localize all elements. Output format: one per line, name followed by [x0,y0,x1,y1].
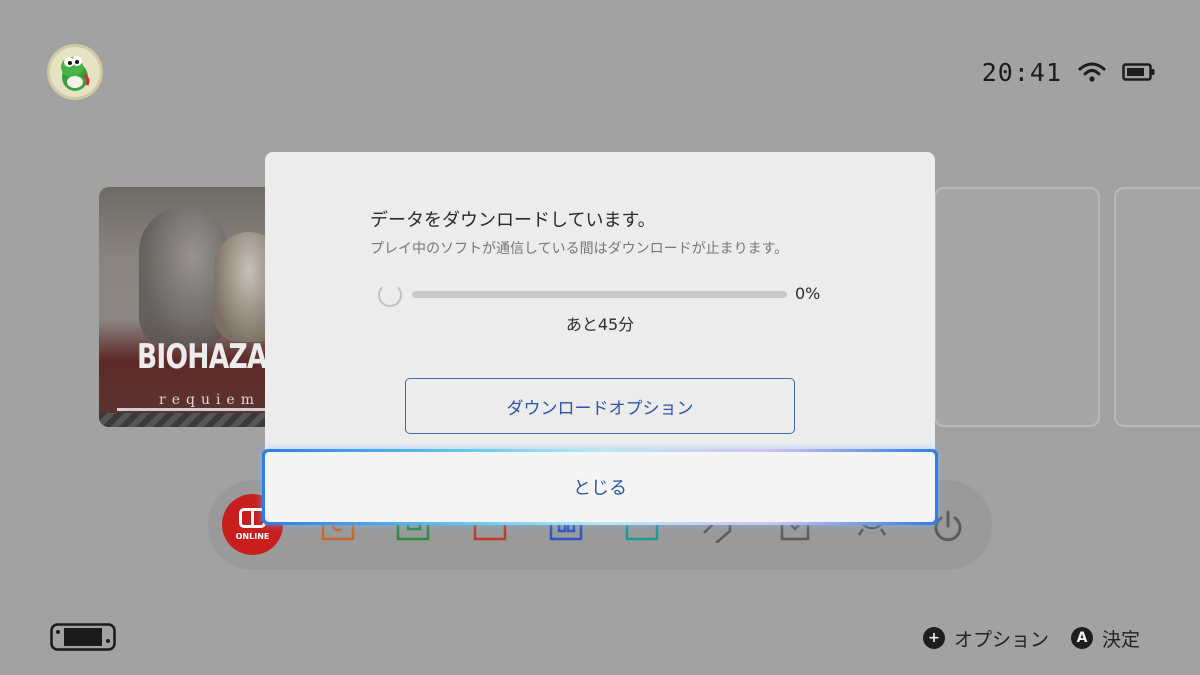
online-label: ONLINE [235,532,270,541]
empty-game-tile[interactable] [934,187,1100,427]
battery-icon [1122,63,1155,81]
a-button-icon: A [1070,627,1093,649]
download-options-button[interactable]: ダウンロードオプション [405,378,795,434]
dialog-subtitle: プレイ中のソフトが通信している間はダウンロードが止まります。 [370,241,789,257]
plus-button-icon: + [922,627,945,649]
empty-game-tile[interactable] [1114,187,1200,427]
status-bar: 20:41 [982,56,1156,88]
game-logo-subtitle: requiem [159,392,260,408]
close-button-label: とじる [265,452,935,522]
yoshi-avatar-icon [61,56,90,91]
button-hints: + オプション A 決定 [922,624,1140,652]
download-dialog: データをダウンロードしています。 プレイ中のソフトが通信している間はダウンロード… [265,152,935,452]
close-button[interactable]: とじる [262,449,938,525]
download-progress-bar [412,291,787,298]
dialog-title: データをダウンロードしています。 [370,210,656,231]
confirm-hint[interactable]: A 決定 [1070,625,1140,652]
clock: 20:41 [981,57,1062,87]
loading-spinner-icon [378,283,402,307]
game-logo: BIOHAZAR [137,337,287,377]
wifi-icon [1078,62,1106,82]
user-avatar[interactable] [47,44,103,100]
console-handheld-icon [50,623,116,651]
download-progress-strip [117,408,267,411]
confirm-hint-label: 決定 [1101,628,1140,651]
progress-percent: 0% [795,284,821,303]
time-remaining: あと45分 [565,315,635,334]
options-hint[interactable]: + オプション [922,625,1049,652]
options-hint-label: オプション [953,628,1049,651]
